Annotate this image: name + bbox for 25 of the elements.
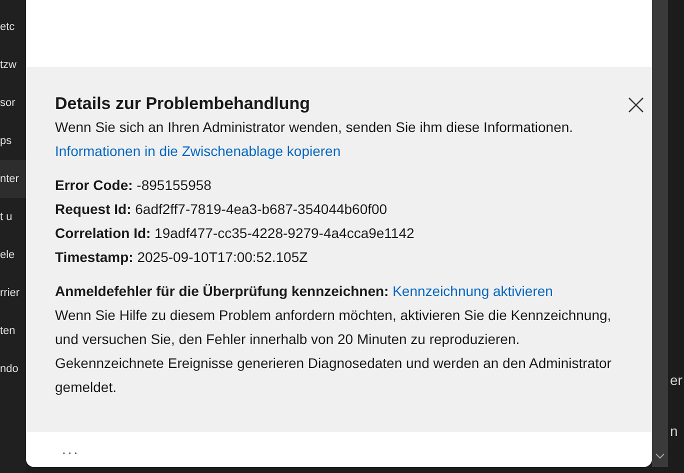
instruction-text: Wenn Sie sich an Ihren Administrator wenden, senden Sie ihm diese Informationen. (55, 118, 574, 137)
detail-line: Error Code: -895155958 (55, 176, 212, 195)
nav-item[interactable]: ps (0, 122, 26, 160)
detail-line: Timestamp: 2025-09-10T17:00:52.105Z (55, 248, 308, 267)
background-text: er (669, 371, 684, 390)
close-icon[interactable] (628, 97, 644, 113)
nav-item[interactable]: nter (0, 160, 26, 198)
dialog-title: Details zur Problembehandlung (55, 93, 312, 115)
nav-item[interactable]: t u (0, 198, 26, 236)
nav-item[interactable]: sor (0, 84, 26, 122)
nav-item[interactable]: etc (0, 8, 26, 46)
copy-link[interactable]: Informationen in die Zwischenablage kopieren (55, 139, 341, 163)
nav-item[interactable]: rrier (0, 274, 26, 312)
background-text: n (669, 422, 679, 441)
nav-item[interactable]: ndo (0, 350, 26, 388)
nav-item[interactable]: ele (0, 236, 26, 274)
more-text[interactable]: ... (62, 441, 80, 457)
detail-line: Correlation Id: 19adf477-cc35-4228-9279-4a4cca9e1142 (55, 224, 414, 243)
chevron-down-icon[interactable] (655, 453, 665, 459)
flag-paragraph: Anmeldefehler für die Überprüfung kennzeichnen: Kennzeichnung aktivieren Wenn Sie Hilfe zu diesem Problem anfordern möchten, aktivieren Sie die Kennzeichnung, und versuchen Sie, den Fehler innerhalb von 20 Minuten zu reproduzieren. Gekennzeichnete Ereignisse generieren Diagnosedaten und werden an den Administrator gemeldet. (55, 282, 612, 397)
scrollbar[interactable] (652, 0, 668, 467)
nav-item[interactable]: tzw (0, 46, 26, 84)
detail-line: Request Id: 6adf2ff7-7819-4ea3-b687-354044b60f00 (55, 200, 388, 219)
nav-item[interactable]: ten (0, 312, 26, 350)
enable-flag-link[interactable]: Kennzeichnung aktivieren (392, 283, 553, 299)
